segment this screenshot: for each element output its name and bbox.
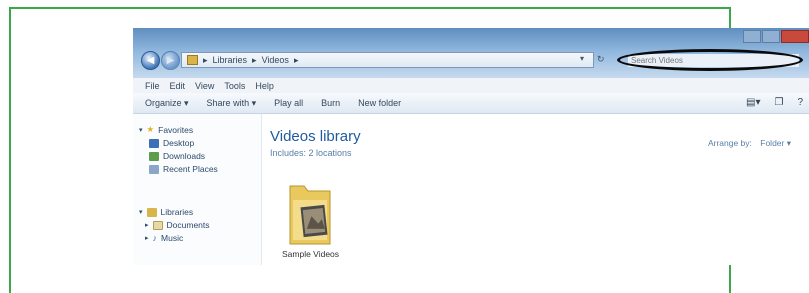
desktop-icon bbox=[149, 138, 159, 148]
menu-file[interactable]: File bbox=[145, 81, 160, 91]
folder-icon bbox=[187, 55, 198, 65]
window-controls bbox=[743, 30, 809, 43]
nav-favorites[interactable]: ▾ ★ Favorites bbox=[139, 124, 193, 135]
navigation-pane: ▾ ★ Favorites Desktop Downloads Recent P… bbox=[133, 114, 262, 265]
documents-icon bbox=[152, 220, 163, 230]
expand-icon[interactable]: ▸ bbox=[145, 221, 149, 229]
play-all-button[interactable]: Play all bbox=[274, 98, 303, 108]
view-controls: ▤▾ ❐ ? bbox=[746, 97, 803, 108]
breadcrumb-videos[interactable]: Videos bbox=[262, 55, 289, 65]
refresh-icon[interactable]: ↻ bbox=[597, 54, 609, 66]
arrange-by: Arrange by: Folder ▾ bbox=[708, 138, 791, 149]
new-folder-button[interactable]: New folder bbox=[358, 98, 401, 108]
nav-music[interactable]: ▸ ♪ Music bbox=[145, 233, 183, 243]
menu-view[interactable]: View bbox=[195, 81, 214, 91]
sample-videos-folder[interactable] bbox=[284, 178, 336, 248]
sample-videos-label[interactable]: Sample Videos bbox=[282, 249, 339, 259]
nav-favorites-label: Favorites bbox=[158, 124, 194, 135]
expand-icon[interactable]: ▾ bbox=[139, 126, 143, 134]
nav-music-label: Music bbox=[161, 233, 184, 243]
nav-recent-places-label: Recent Places bbox=[163, 164, 218, 174]
breadcrumb-separator-icon: ▸ bbox=[293, 54, 299, 65]
explorer-window: ◀ ▶ ▸ Libraries ▸ Videos ▸ ▾ ↻ File Edit… bbox=[133, 28, 809, 265]
forward-button[interactable]: ▶ bbox=[161, 51, 180, 70]
arrange-by-dropdown[interactable]: Folder ▾ bbox=[760, 138, 791, 148]
downloads-icon bbox=[149, 151, 159, 161]
nav-desktop-label: Desktop bbox=[163, 138, 195, 148]
music-icon: ♪ bbox=[152, 233, 158, 243]
search-highlight-oval bbox=[617, 49, 803, 71]
frame-left-line bbox=[9, 7, 11, 293]
video-folder-icon bbox=[289, 185, 331, 245]
arrange-by-label: Arrange by: bbox=[707, 138, 752, 148]
menu-help[interactable]: Help bbox=[255, 81, 274, 91]
library-title: Videos library bbox=[270, 128, 361, 145]
expand-icon[interactable]: ▾ bbox=[139, 208, 143, 216]
expand-icon[interactable]: ▸ bbox=[145, 234, 149, 242]
back-button[interactable]: ◀ bbox=[141, 51, 160, 70]
command-bar: Organize ▾ Share with ▾ Play all Burn Ne… bbox=[133, 93, 809, 114]
star-icon: ★ bbox=[146, 124, 155, 134]
recent-places-icon bbox=[149, 164, 159, 174]
address-bar[interactable]: ▸ Libraries ▸ Videos ▸ bbox=[181, 52, 594, 68]
menu-bar: File Edit View Tools Help bbox=[133, 78, 809, 93]
menu-tools[interactable]: Tools bbox=[224, 81, 245, 91]
share-with-button[interactable]: Share with ▾ bbox=[207, 98, 257, 109]
minimize-button[interactable] bbox=[743, 30, 761, 43]
burn-button[interactable]: Burn bbox=[321, 98, 340, 108]
close-button[interactable] bbox=[781, 30, 809, 43]
breadcrumb-separator-icon: ▸ bbox=[252, 54, 257, 65]
nav-documents[interactable]: ▸ Documents bbox=[145, 220, 210, 230]
nav-libraries[interactable]: ▾ Libraries bbox=[139, 207, 193, 217]
preview-pane-icon[interactable]: ❐ bbox=[774, 97, 783, 108]
help-icon[interactable]: ? bbox=[797, 97, 803, 108]
menu-edit[interactable]: Edit bbox=[170, 81, 186, 91]
libraries-icon bbox=[146, 207, 157, 217]
frame-right-line-top bbox=[729, 7, 731, 29]
nav-downloads-label: Downloads bbox=[163, 151, 206, 161]
nav-recent-places[interactable]: Recent Places bbox=[149, 164, 218, 174]
content-pane: Videos library Includes: 2 locations Arr… bbox=[262, 114, 809, 265]
address-dropdown-icon[interactable]: ▾ bbox=[580, 54, 592, 66]
breadcrumb-libraries[interactable]: Libraries bbox=[213, 55, 248, 65]
frame-top-line bbox=[9, 7, 731, 9]
library-locations-link[interactable]: Includes: 2 locations bbox=[270, 148, 352, 158]
maximize-button[interactable] bbox=[762, 30, 780, 43]
views-icon[interactable]: ▤▾ bbox=[746, 97, 760, 108]
breadcrumb-separator-icon: ▸ bbox=[203, 54, 208, 65]
nav-libraries-label: Libraries bbox=[160, 207, 194, 217]
nav-documents-label: Documents bbox=[166, 220, 210, 230]
nav-desktop[interactable]: Desktop bbox=[149, 138, 194, 148]
organize-button[interactable]: Organize ▾ bbox=[145, 98, 189, 109]
nav-downloads[interactable]: Downloads bbox=[149, 151, 205, 161]
frame-right-line-bottom bbox=[729, 265, 731, 293]
title-bar: ◀ ▶ ▸ Libraries ▸ Videos ▸ ▾ ↻ bbox=[133, 28, 809, 78]
